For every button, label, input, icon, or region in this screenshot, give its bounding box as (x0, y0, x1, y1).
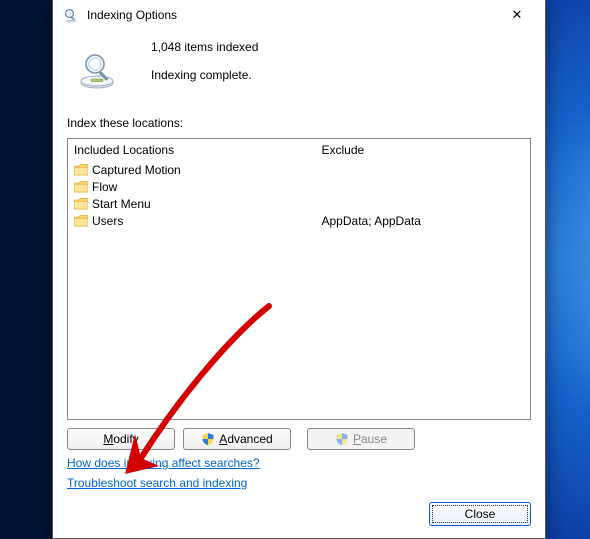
indexing-options-dialog: Indexing Options ✕ 1,048 items indexed I… (52, 0, 546, 539)
list-item[interactable]: Users (74, 212, 322, 229)
folder-icon (74, 215, 88, 227)
locations-label: Index these locations: (67, 116, 531, 130)
uac-shield-icon (201, 432, 215, 446)
action-buttons: Modify Advanced Pause (67, 428, 531, 450)
location-name: Captured Motion (92, 163, 181, 177)
list-item[interactable]: Flow (74, 178, 322, 195)
exclude-column: AppData; AppData (322, 161, 525, 413)
window-title: Indexing Options (87, 8, 495, 22)
indexed-count: 1,048 items indexed (151, 40, 258, 54)
window-close-button[interactable]: ✕ (495, 1, 539, 29)
included-column: Captured Motion Flow Start Menu Users (74, 161, 322, 413)
folder-icon (74, 181, 88, 193)
list-header: Included Locations Exclude (68, 139, 530, 161)
pause-button: Pause (307, 428, 415, 450)
help-link-troubleshoot[interactable]: Troubleshoot search and indexing (67, 476, 247, 490)
location-name: Flow (92, 180, 117, 194)
status-area: 1,048 items indexed Indexing complete. (67, 34, 531, 86)
help-links: How does indexing affect searches? Troub… (67, 456, 531, 490)
list-item[interactable]: Start Menu (74, 195, 322, 212)
folder-icon (74, 198, 88, 210)
modify-button[interactable]: Modify (67, 428, 175, 450)
location-name: Start Menu (92, 197, 151, 211)
location-name: Users (92, 214, 123, 228)
title-bar: Indexing Options ✕ (53, 0, 545, 30)
list-item[interactable]: Captured Motion (74, 161, 322, 178)
magnifier-disk-icon (77, 50, 113, 86)
exclude-value (322, 161, 525, 178)
indexing-state: Indexing complete. (151, 68, 258, 82)
exclude-value (322, 195, 525, 212)
close-icon: ✕ (512, 7, 523, 23)
close-button[interactable]: Close (429, 502, 531, 526)
help-link-indexing[interactable]: How does indexing affect searches? (67, 456, 260, 470)
indexing-icon (63, 7, 79, 23)
column-header-included[interactable]: Included Locations (74, 143, 322, 157)
exclude-value: AppData; AppData (322, 212, 525, 229)
column-header-exclude[interactable]: Exclude (322, 143, 525, 157)
folder-icon (74, 164, 88, 176)
advanced-button[interactable]: Advanced (183, 428, 291, 450)
exclude-value (322, 178, 525, 195)
uac-shield-icon (335, 432, 349, 446)
locations-list[interactable]: Included Locations Exclude Captured Moti… (67, 138, 531, 420)
dialog-client-area: 1,048 items indexed Indexing complete. I… (53, 30, 545, 538)
